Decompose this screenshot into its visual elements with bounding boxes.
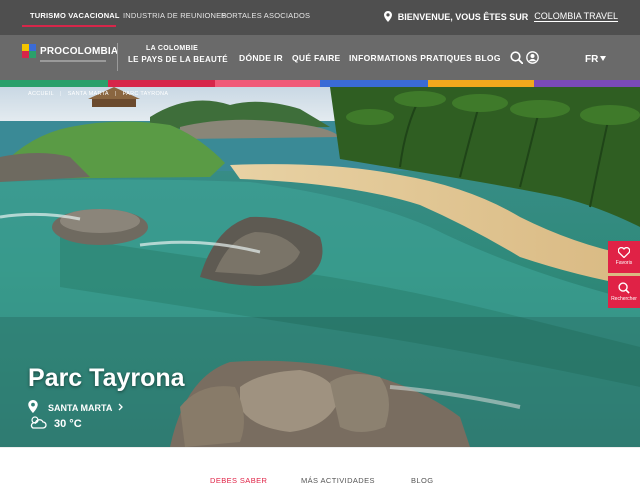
- hero-location[interactable]: SANTA MARTA: [28, 400, 124, 415]
- hero-image: [0, 87, 640, 447]
- nav-item-que-faire[interactable]: QUÉ FAIRE: [292, 53, 341, 63]
- search-side-button[interactable]: Rechercher: [608, 276, 640, 308]
- page-title: Parc Tayrona: [28, 364, 185, 392]
- nav-item-donde-ir[interactable]: DÓNDE IR: [239, 53, 283, 63]
- welcome-message: BIENVENUE, VOUS ÊTES SUR COLOMBIA TRAVEL: [383, 11, 618, 22]
- user-account-icon[interactable]: [526, 51, 539, 69]
- procolombia-logo[interactable]: PROCOLOMBIA: [22, 44, 118, 58]
- hero-location-label: SANTA MARTA: [48, 402, 113, 413]
- nav-item-blog[interactable]: BLOG: [475, 53, 501, 63]
- location-pin-icon: [28, 400, 38, 415]
- chevron-down-icon[interactable]: [600, 56, 606, 61]
- welcome-site-link[interactable]: COLOMBIA TRAVEL: [534, 11, 618, 22]
- breadcrumb: ACCUEIL | SANTA MARTA | PARC TAYRONA: [28, 91, 168, 97]
- logo-divider: [117, 43, 118, 71]
- hero-weather: 30 °C: [28, 415, 82, 432]
- active-link-underline: [22, 25, 116, 27]
- logo-tagline-line: [40, 60, 106, 62]
- tab-blog[interactable]: BLOG: [411, 476, 433, 485]
- search-icon[interactable]: [510, 51, 524, 69]
- top-utility-bar: TURISMO VACACIONAL INDUSTRIA DE REUNIONE…: [0, 0, 640, 35]
- location-pin-icon: [383, 11, 392, 22]
- favorites-button[interactable]: Favoris: [608, 241, 640, 273]
- brand-color-stripe: [0, 80, 640, 87]
- search-side-label: Rechercher: [611, 296, 637, 302]
- brand-tagline[interactable]: LE PAYS DE LA BEAUTÉ: [128, 55, 228, 64]
- language-selector[interactable]: FR: [585, 54, 598, 65]
- topbar-link-industria-reuniones[interactable]: INDUSTRIA DE REUNIONES: [123, 11, 227, 20]
- breadcrumb-separator: |: [114, 91, 117, 97]
- search-icon: [618, 282, 630, 294]
- tab-mas-actividades[interactable]: MÁS ACTIVIDADES: [301, 476, 375, 485]
- nav-item-informations-pratiques[interactable]: INFORMATIONS PRATIQUES: [349, 53, 472, 63]
- heart-icon: [618, 247, 630, 258]
- chevron-right-icon: [118, 403, 124, 413]
- topbar-link-turismo-vacacional[interactable]: TURISMO VACACIONAL: [30, 11, 120, 20]
- procolombia-logo-mark-icon: [22, 44, 36, 58]
- welcome-prefix: BIENVENUE, VOUS ÊTES SUR: [397, 11, 529, 22]
- tab-debes-saber[interactable]: DEBES SABER: [210, 476, 267, 485]
- breadcrumb-accueil[interactable]: ACCUEIL: [28, 91, 54, 97]
- section-tabs: DEBES SABER MÁS ACTIVIDADES BLOG: [0, 447, 640, 485]
- breadcrumb-santa-marta[interactable]: SANTA MARTA: [68, 91, 109, 97]
- brand-la-colombie[interactable]: LA COLOMBIE: [146, 45, 198, 52]
- weather-cloud-sun-icon: [28, 415, 48, 432]
- procolombia-logo-text: PROCOLOMBIA: [40, 45, 119, 57]
- temperature-value: 30 °C: [54, 417, 82, 430]
- breadcrumb-separator: |: [59, 91, 62, 97]
- breadcrumb-parc-tayrona: PARC TAYRONA: [122, 91, 169, 97]
- main-navigation: PROCOLOMBIA LA COLOMBIE LE PAYS DE LA BE…: [0, 35, 640, 80]
- topbar-link-portales-asociados[interactable]: PORTALES ASOCIADOS: [221, 11, 310, 20]
- favorites-label: Favoris: [615, 260, 633, 266]
